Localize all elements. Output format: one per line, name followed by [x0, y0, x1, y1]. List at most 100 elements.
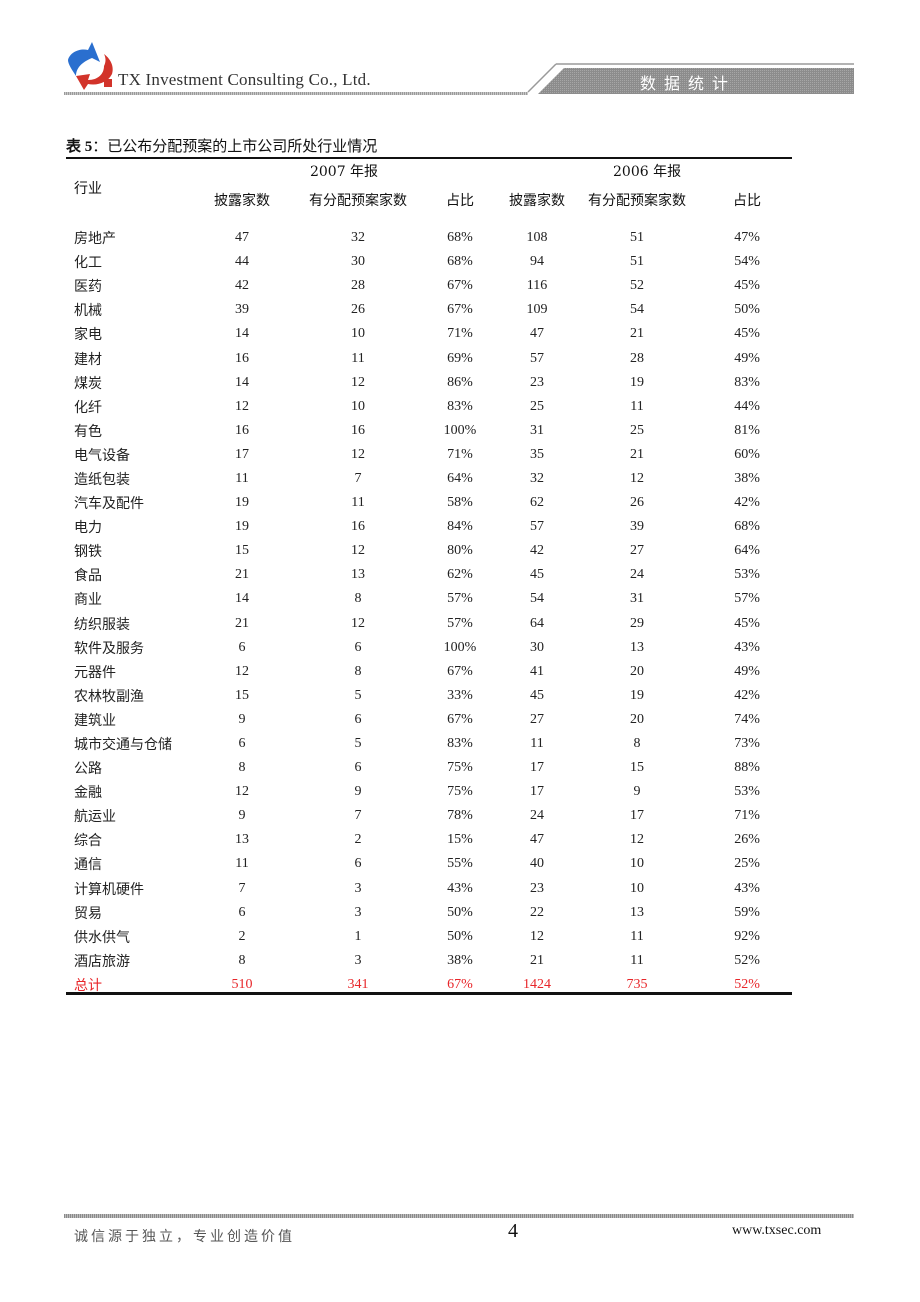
disclosed-2007-cell: 11	[235, 470, 249, 486]
with-plan-2006-cell: 8	[633, 736, 641, 752]
disclosed-2007-cell: 12	[235, 398, 249, 414]
with-plan-2006-cell: 9	[633, 784, 641, 800]
disclosed-2006-cell: 47	[530, 832, 545, 848]
ratio-2007-cell: 69%	[447, 350, 473, 366]
table-row: 商业 14 8 57% 54 31 57%	[66, 587, 792, 611]
ratio-2007-cell: 67%	[447, 711, 473, 727]
disclosed-2007-cell: 15	[235, 687, 249, 703]
group-header-row: 行业 2007 年报 2006 年报	[66, 159, 792, 197]
ratio-2006-cell: 53%	[734, 567, 760, 583]
ratio-2006-cell: 50%	[734, 302, 760, 318]
table-row: 综合 13 2 15% 47 12 26%	[66, 828, 792, 852]
industry-cell: 煤炭	[74, 375, 102, 392]
with-plan-2007-cell: 32	[351, 230, 365, 246]
with-plan-2007-cell: 9	[354, 784, 362, 800]
disclosed-2006-cell: 116	[526, 278, 548, 294]
with-plan-2007-cell: 6	[354, 856, 362, 872]
ratio-2007-cell: 50%	[447, 928, 473, 944]
with-plan-2006-cell: 15	[630, 760, 645, 776]
industry-cell: 电力	[74, 520, 102, 537]
table-row: 城市交通与仓储 6 5 83% 11 8 73%	[66, 732, 792, 756]
disclosed-2007-cell: 16	[235, 422, 249, 438]
col-header-ratio-2007: 占比	[446, 193, 475, 209]
table-row: 元器件 12 8 67% 41 20 49%	[66, 660, 792, 684]
ratio-2006-cell: 59%	[734, 904, 760, 920]
table-row: 酒店旅游 8 3 38% 21 11 52%	[66, 949, 792, 973]
with-plan-2006-cell: 21	[630, 446, 645, 462]
with-plan-2007-cell: 12	[351, 374, 365, 390]
with-plan-2007-cell: 28	[351, 278, 365, 294]
table-row: 钢铁 15 12 80% 42 27 64%	[66, 539, 792, 563]
with-plan-2006-cell: 21	[630, 326, 645, 342]
ratio-2006-cell: 43%	[734, 639, 760, 655]
disclosed-2006-cell: 17	[530, 784, 545, 800]
ratio-2006-cell: 49%	[734, 350, 760, 366]
table-row: 软件及服务 6 6 100% 30 13 43%	[66, 636, 792, 660]
disclosed-2007-cell: 2	[238, 928, 246, 944]
with-plan-2007-cell: 2	[354, 832, 362, 848]
with-plan-2006-cell: 24	[630, 567, 645, 583]
ratio-2007-cell: 33%	[447, 687, 473, 703]
disclosed-2006-cell: 22	[530, 904, 545, 920]
with-plan-2006-cell: 51	[630, 254, 645, 270]
table-title-text: 已公布分配预案的上市公司所处行业情况	[107, 137, 378, 155]
industry-cell: 农林牧副渔	[74, 688, 144, 705]
table-row: 计算机硬件 7 3 43% 23 10 43%	[66, 877, 792, 901]
industry-cell: 电气设备	[74, 447, 130, 464]
ratio-2007-cell: 15%	[447, 832, 473, 848]
with-plan-2006-cell: 31	[630, 591, 645, 607]
table-row: 化纤 12 10 83% 25 11 44%	[66, 395, 792, 419]
disclosed-2007-cell: 17	[235, 446, 249, 462]
ratio-2007-cell: 38%	[447, 952, 473, 968]
with-plan-2007-cell: 3	[354, 904, 362, 920]
col-header-disclosed-2007: 披露家数	[214, 193, 270, 209]
table-row: 供水供气 2 1 50% 12 11 92%	[66, 925, 792, 949]
ratio-2007-cell: 84%	[447, 519, 473, 535]
disclosed-2007-cell: 42	[235, 278, 249, 294]
disclosed-2007-cell: 16	[235, 350, 249, 366]
footer-website[interactable]: www.txsec.com	[732, 1223, 821, 1239]
ratio-2006-cell: 71%	[734, 808, 760, 824]
with-plan-2007-cell: 16	[351, 422, 365, 438]
industry-cell: 房地产	[74, 231, 116, 248]
disclosed-2007-cell: 13	[235, 832, 249, 848]
with-plan-2007-cell: 16	[351, 519, 365, 535]
disclosed-2007-cell: 47	[235, 230, 249, 246]
group-header-2007: 2007 年报	[309, 164, 379, 180]
disclosed-2006-cell: 41	[530, 663, 545, 679]
with-plan-2006-cell: 10	[630, 880, 645, 896]
disclosed-2006-cell: 42	[530, 543, 545, 559]
table-row: 金融 12 9 75% 17 9 53%	[66, 780, 792, 804]
with-plan-2007-cell: 10	[351, 326, 365, 342]
disclosed-2006-cell: 47	[530, 326, 545, 342]
with-plan-2007-cell: 12	[351, 543, 365, 559]
disclosed-2007-cell: 7	[238, 880, 246, 896]
with-plan-2006-cell: 13	[630, 904, 645, 920]
disclosed-2007-cell: 14	[235, 591, 249, 607]
header-rule	[64, 92, 528, 95]
with-plan-2006-cell: 52	[630, 278, 645, 294]
ratio-2006-cell: 44%	[734, 398, 760, 414]
ratio-2006-cell: 42%	[734, 495, 760, 511]
page-number: 4	[508, 1220, 518, 1242]
with-plan-2007-cell: 7	[354, 808, 362, 824]
disclosed-2006-cell: 64	[530, 615, 545, 631]
table-row: 房地产 47 32 68% 108 51 47%	[66, 226, 792, 250]
table-row: 有色 16 16 100% 31 25 81%	[66, 419, 792, 443]
disclosed-2006-cell: 24	[530, 808, 545, 824]
col-header-ratio-2006: 占比	[733, 193, 762, 209]
industry-table: 行业 2007 年报 2006 年报 披露家数 有分配预案家数 占比 披露家数 …	[66, 159, 792, 997]
ratio-2006-cell: 88%	[734, 760, 760, 776]
ratio-2006-cell: 47%	[734, 230, 760, 246]
with-plan-2006-cell: 10	[630, 856, 645, 872]
disclosed-2007-cell: 14	[235, 326, 249, 342]
industry-cell: 酒店旅游	[74, 953, 130, 970]
ratio-2006-cell: 64%	[734, 543, 760, 559]
table-title-sep: ：	[92, 137, 108, 155]
ratio-2007-cell: 68%	[447, 230, 473, 246]
with-plan-2006-cell: 26	[630, 495, 645, 511]
disclosed-2006-cell: 30	[530, 639, 545, 655]
disclosed-2007-cell: 8	[238, 952, 246, 968]
table-row: 汽车及配件 19 11 58% 62 26 42%	[66, 491, 792, 515]
with-plan-2006-cell: 25	[630, 422, 645, 438]
